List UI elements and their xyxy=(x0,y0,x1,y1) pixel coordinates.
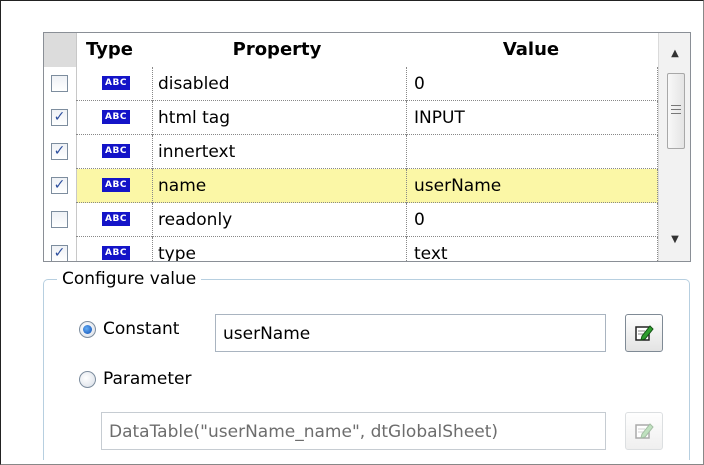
edit-parameter-button[interactable] xyxy=(625,412,663,450)
column-separator xyxy=(152,135,153,169)
parameter-radio[interactable] xyxy=(79,371,96,388)
parameter-label[interactable]: Parameter xyxy=(103,369,191,389)
row-checkbox[interactable]: ✓ xyxy=(51,109,68,126)
column-separator xyxy=(406,101,407,135)
abc-type-icon: ABC xyxy=(102,110,130,124)
column-separator xyxy=(152,169,153,203)
column-header-type[interactable]: Type xyxy=(86,33,133,67)
column-header-value[interactable]: Value xyxy=(406,33,656,67)
abc-type-icon: ABC xyxy=(102,212,130,226)
value-cell[interactable]: INPUT xyxy=(414,101,654,135)
grip-line xyxy=(671,105,681,106)
property-dialog: Type Property Value ABC disabled 0 ✓ ABC… xyxy=(0,0,704,465)
column-separator xyxy=(406,169,407,203)
row-checkbox[interactable]: ✓ xyxy=(51,245,68,261)
column-separator xyxy=(152,203,153,237)
abc-type-icon: ABC xyxy=(102,178,130,192)
row-checkbox-cell: ✓ xyxy=(44,101,77,135)
edit-constant-button[interactable] xyxy=(625,314,663,352)
constant-value-input[interactable]: userName xyxy=(215,314,606,352)
parameter-value-input[interactable]: DataTable("userName_name", dtGlobalSheet… xyxy=(101,412,606,450)
table-row[interactable]: ✓ ABC type text xyxy=(44,237,658,261)
select-all-corner[interactable] xyxy=(44,33,77,67)
constant-radio[interactable] xyxy=(79,321,96,338)
column-header-property[interactable]: Property xyxy=(152,33,402,67)
property-cell[interactable]: name xyxy=(158,169,402,203)
row-checkbox[interactable]: ✓ xyxy=(51,143,68,160)
row-checkbox-cell xyxy=(44,67,77,101)
value-cell[interactable]: userName xyxy=(414,169,654,203)
column-separator xyxy=(406,67,407,101)
property-cell[interactable]: disabled xyxy=(158,67,402,101)
table-row-selected[interactable]: ✓ ABC name userName xyxy=(44,169,658,203)
scroll-up-arrow-icon[interactable]: ▲ xyxy=(659,41,690,67)
row-checkbox-cell: ✓ xyxy=(44,135,77,169)
row-checkbox[interactable] xyxy=(51,75,68,92)
column-separator xyxy=(152,67,153,101)
column-separator xyxy=(406,203,407,237)
grip-line xyxy=(671,113,681,114)
abc-type-icon: ABC xyxy=(102,246,130,260)
edit-pencil-icon xyxy=(635,423,654,439)
scrollbar-thumb[interactable] xyxy=(667,73,685,149)
row-checkbox[interactable]: ✓ xyxy=(51,177,68,194)
row-checkbox-cell: ✓ xyxy=(44,237,77,261)
column-separator xyxy=(406,135,407,169)
abc-type-icon: ABC xyxy=(102,76,130,90)
property-grid-body: Type Property Value ABC disabled 0 ✓ ABC… xyxy=(44,33,658,261)
scroll-down-arrow-icon[interactable]: ▼ xyxy=(659,227,690,253)
property-cell[interactable]: readonly xyxy=(158,203,402,237)
value-cell[interactable]: 0 xyxy=(414,67,654,101)
property-grid: Type Property Value ABC disabled 0 ✓ ABC… xyxy=(43,32,691,262)
table-row[interactable]: ABC disabled 0 xyxy=(44,67,658,101)
value-cell[interactable]: 0 xyxy=(414,203,654,237)
abc-type-icon: ABC xyxy=(102,144,130,158)
vertical-scrollbar[interactable]: ▲ ▼ xyxy=(658,33,690,261)
row-checkbox-cell: ✓ xyxy=(44,169,77,203)
table-row[interactable]: ✓ ABC html tag INPUT xyxy=(44,101,658,135)
value-cell[interactable] xyxy=(414,135,654,169)
configure-value-legend: Configure value xyxy=(57,267,202,291)
column-separator xyxy=(152,237,153,261)
constant-label[interactable]: Constant xyxy=(103,319,179,339)
row-checkbox-cell xyxy=(44,203,77,237)
table-row[interactable]: ABC readonly 0 xyxy=(44,203,658,237)
value-cell[interactable]: text xyxy=(414,237,654,261)
property-cell[interactable]: innertext xyxy=(158,135,402,169)
property-cell[interactable]: type xyxy=(158,237,402,261)
table-row[interactable]: ✓ ABC innertext xyxy=(44,135,658,169)
column-separator xyxy=(152,101,153,135)
column-separator xyxy=(406,237,407,261)
edit-pencil-icon xyxy=(635,325,654,341)
row-checkbox[interactable] xyxy=(51,211,68,228)
grid-header: Type Property Value xyxy=(44,33,658,67)
property-cell[interactable]: html tag xyxy=(158,101,402,135)
grip-line xyxy=(671,109,681,110)
